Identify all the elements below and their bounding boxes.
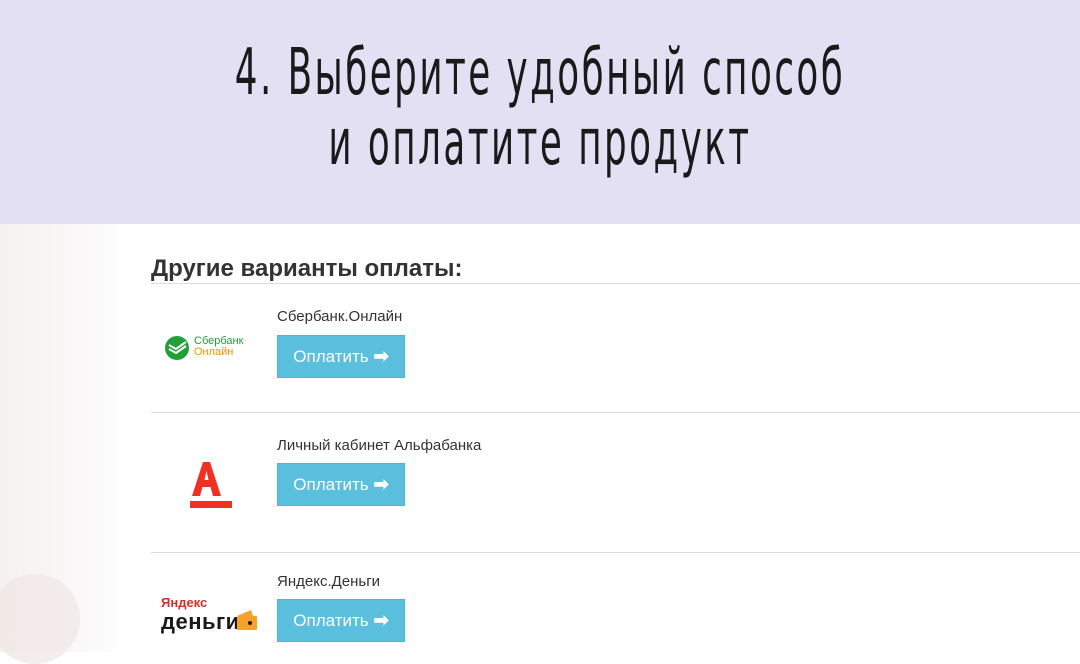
- sberbank-logo-text-2: Онлайн: [194, 346, 234, 358]
- banner-title-line-2: и оплатите продукт: [328, 106, 752, 180]
- method-name-alfabank: Личный кабинет Альфабанка: [277, 437, 482, 454]
- yandex-logo-text-1: Яндекс: [161, 595, 208, 610]
- pay-button-yandex-money[interactable]: Оплатить ➡: [277, 599, 405, 642]
- method-name-sberbank: Сбербанк.Онлайн: [277, 308, 403, 325]
- banner-title: 4. Выберите удобный способ и оплатите пр…: [205, 38, 875, 178]
- pay-button-sberbank[interactable]: Оплатить ➡: [277, 335, 405, 378]
- banner-title-line-1: 4. Выберите удобный способ: [234, 36, 846, 110]
- wallet-icon: [237, 610, 257, 630]
- pay-button-label: Оплатить: [293, 610, 369, 630]
- pay-button-label: Оплатить: [293, 346, 369, 366]
- pay-button-alfabank[interactable]: Оплатить ➡: [277, 463, 405, 506]
- payment-method-sberbank: Сбербанк Онлайн Сбербанк.Онлайн Оплатить…: [151, 284, 1080, 412]
- alfabank-logo: [161, 447, 251, 517]
- payment-method-yandex-money: Яндекс деньги Яндекс.Деньги Оплатить ➡: [151, 553, 1080, 652]
- method-name-yandex-money: Яндекс.Деньги: [277, 573, 381, 590]
- yandex-logo-text-2: деньги: [161, 609, 240, 634]
- decorative-blob: [0, 574, 80, 664]
- payment-options: Другие варианты оплаты: Сбербанк Онлайн …: [151, 224, 1080, 652]
- section-title: Другие варианты оплаты:: [151, 255, 463, 282]
- left-decoration: [0, 224, 130, 664]
- arrow-right-icon: ➡: [373, 610, 389, 630]
- arrow-right-icon: ➡: [373, 474, 389, 494]
- sberbank-logo: Сбербанк Онлайн: [161, 333, 251, 363]
- pay-button-label: Оплатить: [293, 474, 369, 494]
- payment-method-alfabank: Личный кабинет Альфабанка Оплатить ➡: [151, 413, 1080, 552]
- sberbank-icon: [165, 336, 189, 360]
- arrow-right-icon: ➡: [373, 346, 389, 366]
- yandex-money-logo: Яндекс деньги: [161, 596, 261, 642]
- alfabank-icon: [190, 462, 232, 508]
- header-banner: 4. Выберите удобный способ и оплатите пр…: [0, 0, 1080, 224]
